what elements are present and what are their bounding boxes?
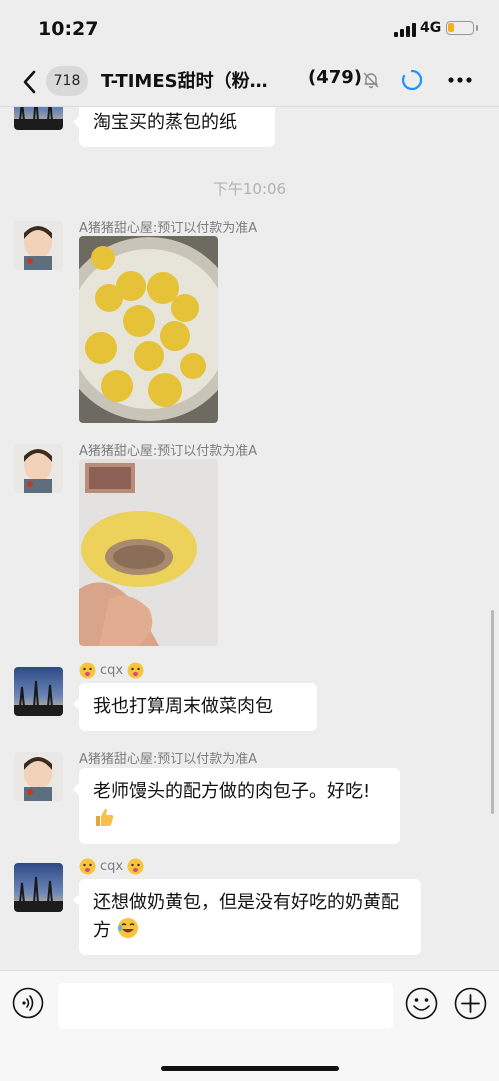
- scrollbar[interactable]: [491, 610, 494, 814]
- sender-name-text: A猪猪甜心屋:预订以付款为准A: [79, 752, 258, 767]
- avatar[interactable]: [14, 221, 63, 270]
- sender-name: A猪猪甜心屋:预订以付款为准A: [79, 748, 257, 767]
- message-bubble[interactable]: 淘宝买的蒸包的纸: [73, 107, 275, 147]
- back-icon[interactable]: [18, 68, 44, 96]
- message-text: 老师馒头的配方做的肉包子。好吃!: [93, 781, 371, 802]
- steamed-buns-photo: [79, 236, 218, 423]
- sender-name: A猪猪甜心屋:预订以付款为准A: [79, 440, 257, 459]
- signal-icon: [394, 23, 416, 37]
- tongue-face-emoji-icon: [127, 858, 144, 875]
- member-count: (479): [308, 67, 363, 88]
- message-list[interactable]: 淘宝买的蒸包的纸 下午10:06 A猪猪甜心屋:预订以付款为准A A猪猪甜心屋:…: [0, 107, 499, 970]
- avatar[interactable]: [14, 444, 63, 493]
- network-type: 4G: [420, 20, 442, 36]
- message-bubble[interactable]: 我也打算周末做菜肉包: [73, 683, 317, 731]
- image-message[interactable]: [79, 236, 218, 423]
- battery-icon: [446, 21, 474, 35]
- message-text: 还想做奶黄包，但是没有好吃的奶黄配方: [93, 892, 399, 941]
- status-bar: 10:27 4G: [0, 0, 499, 58]
- tongue-face-emoji-icon: [127, 662, 144, 679]
- sender-name: cqx: [79, 858, 144, 875]
- message-text: 淘宝买的蒸包的纸: [93, 112, 237, 133]
- thumbs-up-emoji-icon: [96, 808, 114, 826]
- avatar[interactable]: [14, 752, 63, 801]
- message-bubble[interactable]: 老师馒头的配方做的肉包子。好吃!: [73, 768, 400, 844]
- plus-icon[interactable]: [454, 987, 487, 1020]
- home-indicator: [161, 1066, 339, 1071]
- more-options-icon[interactable]: [446, 70, 474, 90]
- clock: 10:27: [38, 18, 99, 40]
- tongue-face-emoji-icon: [79, 662, 96, 679]
- emoji-icon[interactable]: [405, 987, 438, 1020]
- sender-name: cqx: [79, 662, 144, 679]
- sender-name-text: cqx: [100, 663, 124, 678]
- unread-count-badge[interactable]: 718: [46, 66, 88, 96]
- avatar[interactable]: [14, 107, 63, 130]
- input-bar: [0, 970, 499, 1081]
- chat-title: T-TIMES甜时（粉…: [101, 71, 268, 92]
- sender-name: A猪猪甜心屋:预订以付款为准A: [79, 217, 257, 236]
- avatar[interactable]: [14, 863, 63, 912]
- battery-tip: [476, 25, 478, 31]
- chat-header: 718 T-TIMES甜时（粉… (479): [0, 58, 499, 107]
- bun-in-hand-photo: [79, 459, 218, 646]
- image-message[interactable]: [79, 459, 218, 646]
- message-input[interactable]: [58, 983, 393, 1029]
- message-text: 我也打算周末做菜肉包: [93, 696, 273, 717]
- message-timestamp: 下午10:06: [212, 180, 287, 198]
- message-bubble[interactable]: 还想做奶黄包，但是没有好吃的奶黄配方: [73, 879, 421, 955]
- battery-level: [448, 23, 454, 32]
- voice-input-icon[interactable]: [12, 987, 44, 1019]
- loading-spinner-icon: [401, 69, 423, 91]
- avatar[interactable]: [14, 667, 63, 716]
- laughing-tears-emoji-icon: [117, 918, 138, 938]
- sender-name-text: A猪猪甜心屋:预订以付款为准A: [79, 221, 258, 236]
- tongue-face-emoji-icon: [79, 858, 96, 875]
- sender-name-text: cqx: [100, 859, 124, 874]
- sender-name-text: A猪猪甜心屋:预订以付款为准A: [79, 444, 258, 459]
- mute-bell-icon: [363, 72, 379, 89]
